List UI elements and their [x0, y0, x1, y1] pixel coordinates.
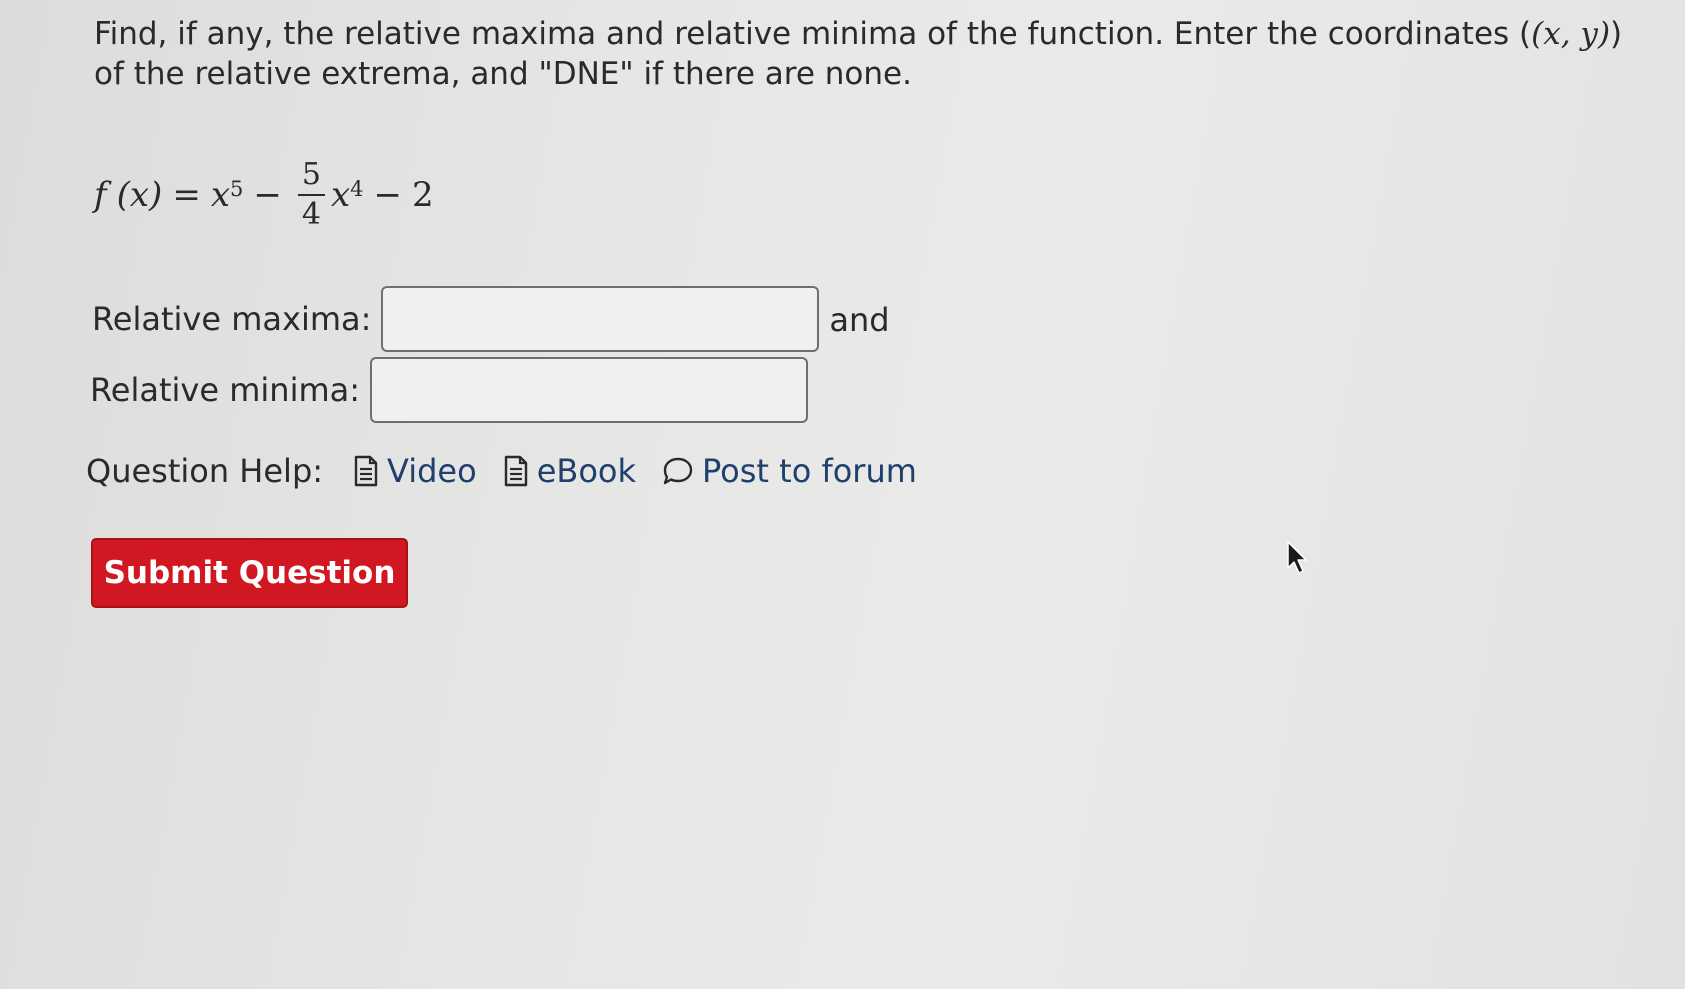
- question-prompt: Find, if any, the relative maxima and re…: [94, 14, 1634, 94]
- function-argument: (x): [116, 175, 163, 215]
- video-help-link[interactable]: Video: [353, 452, 477, 490]
- term2-exponent: 4: [350, 177, 364, 201]
- relative-maxima-row: Relative maxima: and: [92, 286, 890, 352]
- mouse-pointer-icon: [1287, 541, 1307, 574]
- video-link-label: Video: [387, 452, 477, 490]
- equals-sign: =: [172, 175, 201, 215]
- prompt-coordinate-math: (x, y): [1531, 16, 1611, 52]
- forum-help-link[interactable]: Post to forum: [662, 452, 917, 490]
- minus-sign-2: −: [373, 175, 403, 215]
- document-icon: [504, 455, 527, 487]
- submit-question-button[interactable]: Submit Question: [91, 538, 408, 608]
- term2-base: x: [330, 175, 351, 215]
- question-page: Find, if any, the relative maxima and re…: [0, 0, 1685, 989]
- ebook-help-link[interactable]: eBook: [503, 452, 636, 490]
- term1-exponent: 5: [230, 177, 244, 201]
- fraction-numerator: 5: [297, 156, 325, 196]
- ebook-link-label: eBook: [536, 452, 637, 490]
- question-help-label: Question Help:: [86, 452, 324, 490]
- relative-minima-row: Relative minima:: [90, 357, 809, 423]
- speech-bubble-icon: [663, 457, 693, 485]
- relative-minima-label: Relative minima:: [90, 371, 361, 409]
- minus-sign-1: −: [253, 175, 282, 215]
- relative-maxima-label: Relative maxima:: [92, 300, 372, 338]
- relative-maxima-input[interactable]: [381, 286, 820, 352]
- term1-base: x: [210, 175, 230, 215]
- fraction-denominator: 4: [301, 197, 321, 232]
- and-label: and: [829, 301, 890, 339]
- relative-minima-input[interactable]: [370, 357, 809, 423]
- question-help-row: Question Help: Video eBook Post to forum: [86, 452, 917, 490]
- function-name: f: [94, 175, 107, 215]
- prompt-text-before: Find, if any, the relative maxima and re…: [94, 16, 1532, 52]
- function-equation: f (x) = x5 − 5 4 x4 − 2: [94, 150, 434, 240]
- forum-link-label: Post to forum: [702, 452, 917, 490]
- constant-term: 2: [412, 175, 434, 215]
- fraction: 5 4: [297, 156, 325, 234]
- document-icon: [354, 455, 378, 487]
